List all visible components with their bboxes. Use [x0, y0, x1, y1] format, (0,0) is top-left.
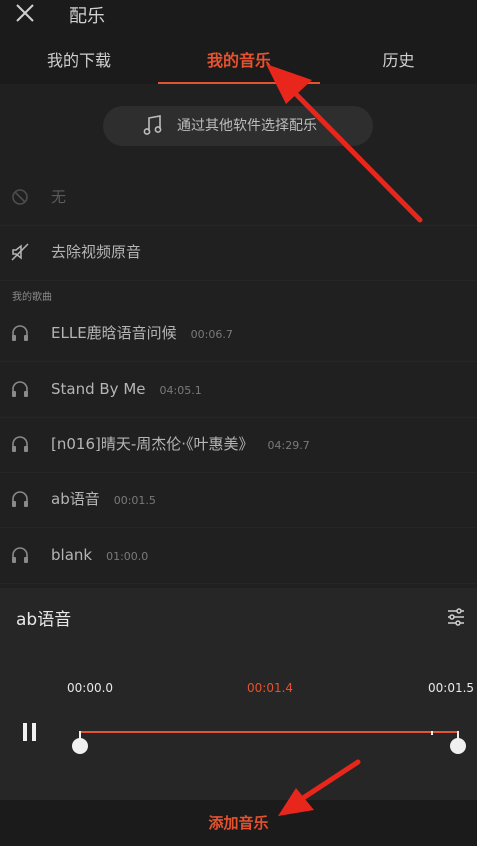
option-none[interactable]: 无 — [0, 170, 477, 226]
pause-button[interactable] — [20, 721, 40, 743]
song-item[interactable]: ab语音 00:01.5 — [0, 472, 477, 528]
start-time: 00:00.0 — [67, 681, 114, 695]
section-label-my-songs: 我的歌曲 — [12, 292, 52, 303]
headphones-icon — [12, 491, 28, 507]
audio-trim-panel: ab语音 00:00.0 00:01.4 00:01.5 — [0, 588, 477, 800]
tab-my-downloads[interactable]: 我的下载 — [0, 32, 158, 84]
song-duration: 00:06.7 — [190, 328, 233, 341]
no-music-icon — [12, 189, 28, 205]
song-title: [n016]晴天-周杰伦·《叶惠美》 04:29.7 — [51, 435, 310, 453]
pick-from-other-app-button[interactable]: 通过其他软件选择配乐 — [103, 106, 373, 146]
song-item[interactable]: [n016]晴天-周杰伦·《叶惠美》 04:29.7 — [0, 417, 477, 473]
add-music-button[interactable]: 添加音乐 — [0, 800, 477, 846]
music-note-icon — [143, 115, 162, 135]
adjust-sliders-icon[interactable] — [445, 606, 467, 628]
option-remove-original-audio[interactable]: 去除视频原音 — [0, 225, 477, 281]
headphones-icon — [12, 381, 28, 397]
trim-start-handle[interactable] — [72, 738, 88, 754]
playhead — [430, 731, 433, 735]
option-none-label: 无 — [51, 188, 67, 206]
remove-original-audio-label: 去除视频原音 — [51, 243, 142, 261]
headphones-icon — [12, 436, 28, 452]
headphones-icon — [12, 547, 28, 563]
headphones-icon — [12, 325, 28, 341]
trim-track[interactable] — [80, 731, 458, 733]
bottom-bar: 添加音乐 — [0, 800, 477, 834]
top-bar: 配乐 — [0, 0, 477, 32]
song-item[interactable]: blank 01:00.0 — [0, 528, 477, 584]
song-duration: 04:05.1 — [159, 384, 202, 397]
song-item[interactable]: ELLE鹿晗语音问候 00:06.7 — [0, 306, 477, 362]
song-duration: 00:01.5 — [113, 494, 156, 507]
trim-end-handle[interactable] — [450, 738, 466, 754]
song-title: blank 01:00.0 — [51, 546, 149, 564]
end-time: 00:01.5 — [428, 681, 475, 695]
tab-my-music[interactable]: 我的音乐 — [158, 32, 320, 84]
song-item[interactable]: Stand By Me 04:05.1 — [0, 362, 477, 418]
song-title: ab语音 00:01.5 — [51, 490, 156, 508]
close-icon[interactable] — [14, 2, 36, 24]
pick-button-label: 通过其他软件选择配乐 — [177, 118, 317, 134]
song-title: Stand By Me 04:05.1 — [51, 380, 202, 398]
song-title: ELLE鹿晗语音问候 00:06.7 — [51, 324, 233, 342]
song-duration: 01:00.0 — [106, 550, 149, 563]
mute-speaker-icon — [11, 243, 29, 261]
tab-history[interactable]: 历史 — [320, 32, 477, 84]
song-duration: 04:29.7 — [267, 439, 310, 452]
current-time: 00:01.4 — [247, 681, 294, 695]
tab-bar: 我的下载 我的音乐 历史 — [0, 32, 477, 84]
selected-song-title: ab语音 — [16, 610, 72, 630]
music-list: 通过其他软件选择配乐 无 去除视频原音 我的歌曲 ELLE鹿晗语音问候 00:06… — [0, 84, 477, 588]
page-title: 配乐 — [69, 6, 105, 27]
